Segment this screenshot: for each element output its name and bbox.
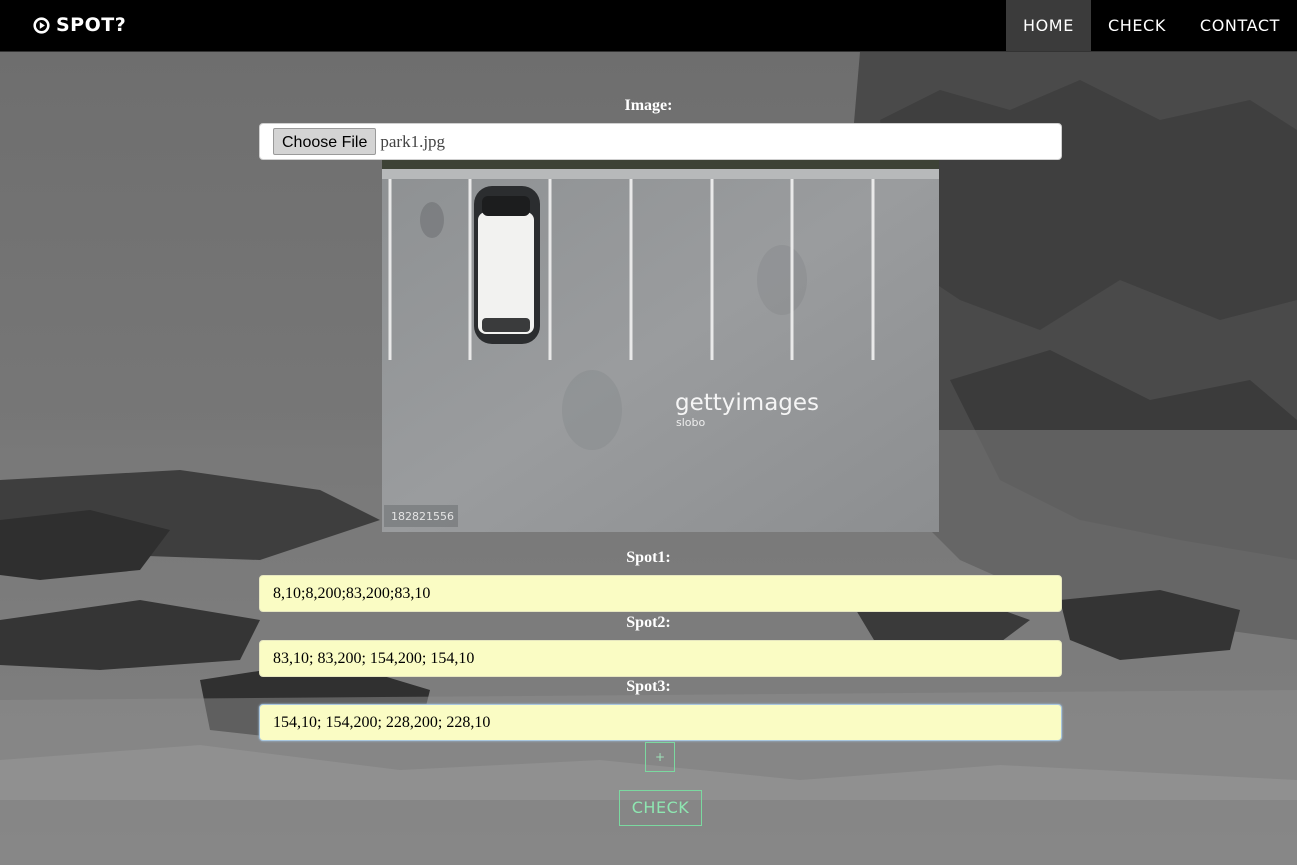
spot1-label: Spot1: — [626, 549, 671, 566]
parking-image-preview: gettyimages slobo 182821556 — [382, 160, 939, 532]
add-spot-button[interactable]: + — [645, 742, 675, 772]
file-name: park1.jpg — [380, 131, 446, 151]
nav-home[interactable]: HOME — [1005, 0, 1091, 51]
nav-check[interactable]: CHECK — [1091, 0, 1183, 51]
brand-name: SPOT? — [56, 14, 127, 36]
watermark-credit: slobo — [676, 416, 705, 429]
spot1-input[interactable] — [259, 575, 1062, 612]
spot3-input[interactable] — [259, 704, 1062, 741]
spot2-input[interactable] — [259, 640, 1062, 677]
navbar: SPOT? HOME CHECK CONTACT — [0, 0, 1297, 52]
watermark-brand: gettyimages — [675, 390, 819, 416]
check-button[interactable]: CHECK — [619, 790, 702, 826]
nav-links: HOME CHECK CONTACT — [1005, 0, 1297, 51]
brand-logo[interactable]: SPOT? — [33, 13, 126, 37]
choose-file-button[interactable]: Choose File — [273, 128, 377, 155]
spot3-label: Spot3: — [626, 678, 671, 695]
image-id: 182821556 — [391, 510, 454, 523]
spot2-label: Spot2: — [626, 614, 671, 631]
nav-contact[interactable]: CONTACT — [1183, 0, 1297, 51]
image-label: Image: — [624, 97, 673, 114]
car-shape — [474, 186, 540, 344]
play-circle-icon — [33, 16, 50, 34]
file-input[interactable]: Choose File park1.jpg — [259, 123, 1062, 160]
